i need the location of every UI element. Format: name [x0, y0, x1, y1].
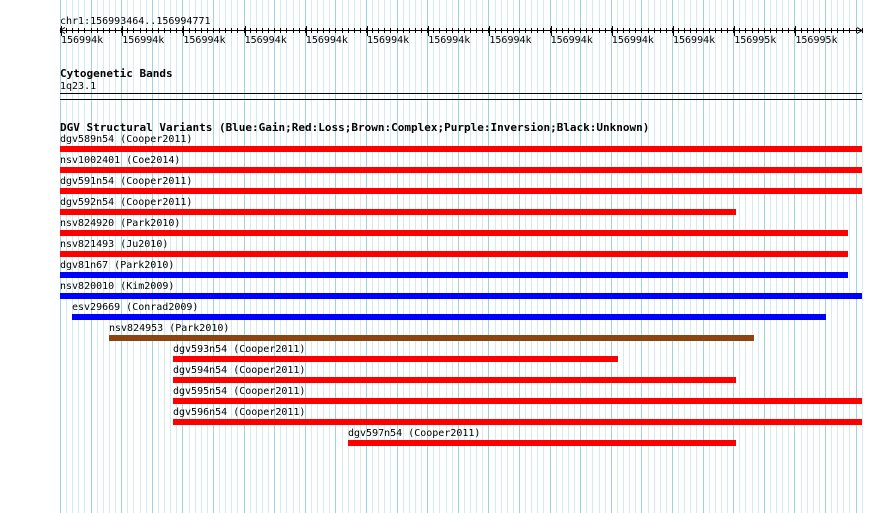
ruler-tick-label: 156994k	[367, 35, 410, 46]
ruler-tick-label: 156994k	[550, 35, 593, 46]
cytogenetic-bands-title: Cytogenetic Bands	[60, 67, 173, 80]
variant-bar-complex[interactable]	[109, 335, 754, 341]
variant-label[interactable]: dgv596n54 (Cooper2011)	[173, 407, 305, 418]
variant-bar-loss[interactable]	[60, 230, 848, 236]
variant-bar-loss[interactable]	[60, 251, 848, 257]
variant-label[interactable]: nsv824920 (Park2010)	[60, 218, 180, 229]
ruler-tick-label: 156994k	[244, 35, 287, 46]
cytoband-track-divider-bottom	[60, 99, 862, 100]
genome-browser-view: chr1:156993464..156994771 156994k 156994k…	[0, 0, 890, 513]
cytoband-track-divider-top	[60, 93, 862, 94]
variant-bar-loss[interactable]	[173, 377, 736, 383]
ruler-tick-label: 156994k	[305, 35, 348, 46]
variant-label[interactable]: dgv589n54 (Cooper2011)	[60, 134, 192, 145]
variant-bar-gain[interactable]	[72, 314, 826, 320]
ruler-tick-label: 156994k	[61, 35, 104, 46]
variant-label[interactable]: nsv824953 (Park2010)	[109, 323, 229, 334]
ruler-tick-label: 156994k	[489, 35, 532, 46]
variant-label[interactable]: dgv594n54 (Cooper2011)	[173, 365, 305, 376]
ruler-tick-label: 156995k	[795, 35, 838, 46]
cytoband-label[interactable]: 1q23.1	[60, 81, 96, 92]
variant-bar-loss[interactable]	[173, 419, 862, 425]
variant-label[interactable]: dgv597n54 (Cooper2011)	[348, 428, 480, 439]
variant-bar-gain[interactable]	[60, 293, 862, 299]
variant-label[interactable]: nsv821493 (Ju2010)	[60, 239, 168, 250]
variant-label[interactable]: dgv595n54 (Cooper2011)	[173, 386, 305, 397]
ruler-tick-label: 156994k	[428, 35, 471, 46]
variant-bar-loss[interactable]	[173, 356, 618, 362]
ruler-tick-label: 156994k	[122, 35, 165, 46]
variant-bar-loss[interactable]	[348, 440, 736, 446]
variant-bar-gain[interactable]	[60, 272, 848, 278]
variant-label[interactable]: dgv593n54 (Cooper2011)	[173, 344, 305, 355]
dgv-track-title: DGV Structural Variants (Blue:Gain;Red:L…	[60, 121, 650, 134]
variant-label[interactable]: esv29669 (Conrad2009)	[72, 302, 198, 313]
variant-label[interactable]: nsv1002401 (Coe2014)	[60, 155, 180, 166]
variant-label[interactable]: nsv820010 (Kim2009)	[60, 281, 174, 292]
ruler-tick-label: 156995k	[734, 35, 777, 46]
variant-bar-loss[interactable]	[173, 398, 862, 404]
variant-bar-loss[interactable]	[60, 146, 862, 152]
variant-bar-loss[interactable]	[60, 209, 736, 215]
ruler-tick-label: 156994k	[611, 35, 654, 46]
variant-label[interactable]: dgv81n67 (Park2010)	[60, 260, 174, 271]
variant-bar-loss[interactable]	[60, 167, 862, 173]
variant-label[interactable]: dgv591n54 (Cooper2011)	[60, 176, 192, 187]
ruler-tick-label: 156994k	[183, 35, 226, 46]
variant-label[interactable]: dgv592n54 (Cooper2011)	[60, 197, 192, 208]
ruler-tick-label: 156994k	[673, 35, 716, 46]
variant-bar-loss[interactable]	[60, 188, 862, 194]
